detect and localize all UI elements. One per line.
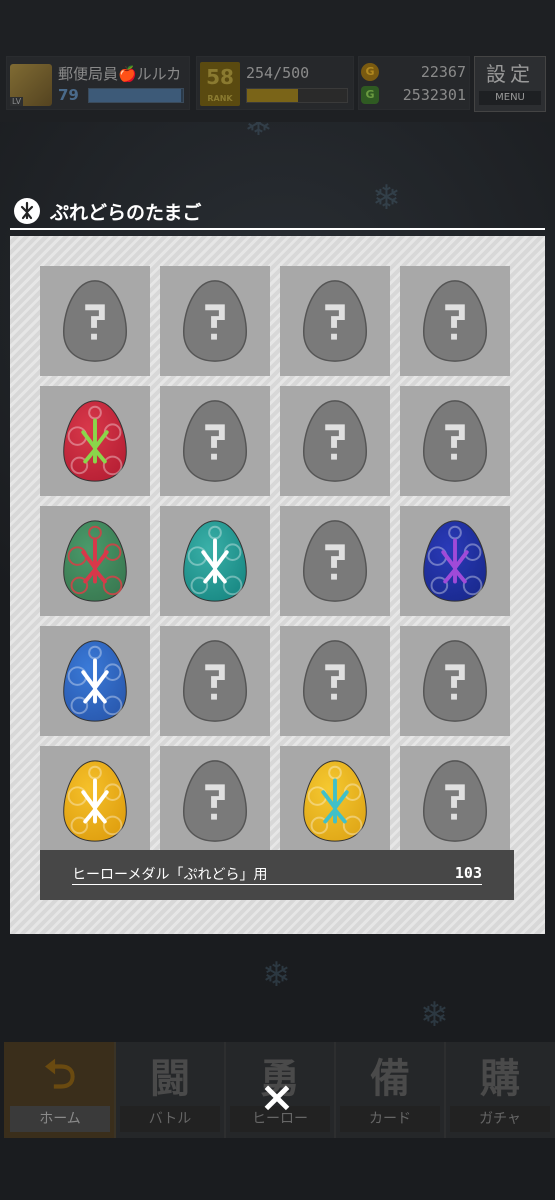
stamina-bar-fill: [247, 89, 298, 102]
modal-title: ぷれどらのたまご: [50, 202, 202, 224]
egg-slot-unknown[interactable]: [400, 626, 510, 736]
mystery-egg-icon: [182, 400, 248, 482]
stamina-bar: [246, 88, 348, 103]
rank-label: RANK: [207, 94, 233, 103]
medal-label: ヒーローメダル「ぷれどら」用: [72, 867, 268, 883]
close-icon[interactable]: ×: [255, 1075, 299, 1119]
player-level: 79: [58, 86, 79, 104]
snowflake-decoration-icon: ❄: [420, 995, 449, 1035]
exp-bar-fill: [89, 89, 182, 102]
gold-count: 2532301: [402, 86, 466, 104]
nav-glyph-icon: 闘: [150, 1056, 190, 1102]
mystery-egg-icon: [302, 640, 368, 722]
egg-slot-unknown[interactable]: [400, 266, 510, 376]
rank-icon: 58 RANK: [200, 62, 240, 106]
mystery-egg-icon: [182, 760, 248, 842]
egg-slot-unknown[interactable]: [280, 266, 390, 376]
mystery-egg-icon: [422, 640, 488, 722]
egg-slot-unknown[interactable]: [280, 506, 390, 616]
egg-slot-owned[interactable]: [40, 626, 150, 736]
mystery-egg-icon: [422, 280, 488, 362]
settings-menu-button[interactable]: 設定 MENU: [474, 56, 546, 112]
dragon-egg-icon: [63, 640, 127, 722]
egg-slot-unknown[interactable]: [400, 746, 510, 856]
avatar[interactable]: LV: [10, 64, 52, 106]
egg-slot-unknown[interactable]: [160, 626, 270, 736]
nav-label: ガチャ: [450, 1106, 550, 1132]
dragon-egg-icon: [63, 400, 127, 482]
egg-slot-unknown[interactable]: [280, 386, 390, 496]
egg-slot-unknown[interactable]: [280, 626, 390, 736]
egg-slot-unknown[interactable]: [400, 386, 510, 496]
egg-slot-owned[interactable]: [40, 746, 150, 856]
nav-tab-4[interactable]: 備カード: [334, 1042, 446, 1138]
nav-label: カード: [340, 1106, 440, 1132]
coin-count: 22367: [420, 63, 466, 81]
mystery-egg-icon: [422, 760, 488, 842]
egg-slot-unknown[interactable]: [160, 746, 270, 856]
nav-tab-2[interactable]: 闘バトル: [114, 1042, 226, 1138]
mystery-egg-icon: [62, 280, 128, 362]
egg-slot-owned[interactable]: [280, 746, 390, 856]
mystery-egg-icon: [422, 400, 488, 482]
menu-label: MENU: [479, 91, 541, 105]
gold-icon: G: [361, 86, 379, 104]
mystery-egg-icon: [302, 520, 368, 602]
title-underline: [10, 228, 545, 230]
egg-slot-unknown[interactable]: [40, 266, 150, 376]
egg-slot-owned[interactable]: [40, 506, 150, 616]
nav-glyph-icon: 備: [370, 1056, 410, 1102]
nav-tab-5[interactable]: 購ガチャ: [444, 1042, 555, 1138]
modal-title-bar: ぷれどらのたまご: [10, 194, 545, 232]
emblem-icon: [14, 198, 40, 224]
egg-slot-owned[interactable]: [160, 506, 270, 616]
nav-glyph-icon: 購: [480, 1056, 520, 1102]
stamina-text: 254/500: [246, 64, 310, 82]
dragon-egg-icon: [423, 520, 487, 602]
dragon-egg-icon: [63, 760, 127, 842]
medal-info-bar: ヒーローメダル「ぷれどら」用 103: [40, 850, 514, 900]
egg-collection-panel: ヒーローメダル「ぷれどら」用 103: [10, 236, 545, 934]
exp-bar: [88, 88, 184, 103]
dragon-egg-icon: [303, 760, 367, 842]
level-tag: LV: [10, 97, 24, 106]
status-header: LV 郵便局員🍎ルルカ 79 58 RANK 254/500 G 22367 G…: [0, 0, 555, 122]
egg-slot-owned[interactable]: [40, 386, 150, 496]
egg-slot-unknown[interactable]: [160, 266, 270, 376]
nav-label: バトル: [120, 1106, 220, 1132]
egg-slot-owned[interactable]: [400, 506, 510, 616]
mystery-egg-icon: [302, 280, 368, 362]
nav-tab-1[interactable]: ⮌ ホーム: [4, 1042, 116, 1138]
snowflake-decoration-icon: ❄: [262, 955, 291, 995]
medal-underline: [72, 884, 482, 885]
mystery-egg-icon: [182, 280, 248, 362]
medal-count: 103: [454, 864, 482, 882]
dragon-egg-icon: [183, 520, 247, 602]
rank-number: 58: [206, 65, 234, 89]
mystery-egg-icon: [182, 640, 248, 722]
dragon-egg-icon: [63, 520, 127, 602]
egg-slot-unknown[interactable]: [160, 386, 270, 496]
egg-grid[interactable]: [40, 266, 516, 860]
nav-label: ホーム: [10, 1106, 110, 1132]
mystery-egg-icon: [302, 400, 368, 482]
coin-icon: G: [361, 63, 379, 81]
settings-label: 設定: [486, 62, 534, 86]
player-name: 郵便局員🍎ルルカ: [58, 65, 182, 83]
nav-glyph-icon: ⮌: [43, 1052, 77, 1098]
